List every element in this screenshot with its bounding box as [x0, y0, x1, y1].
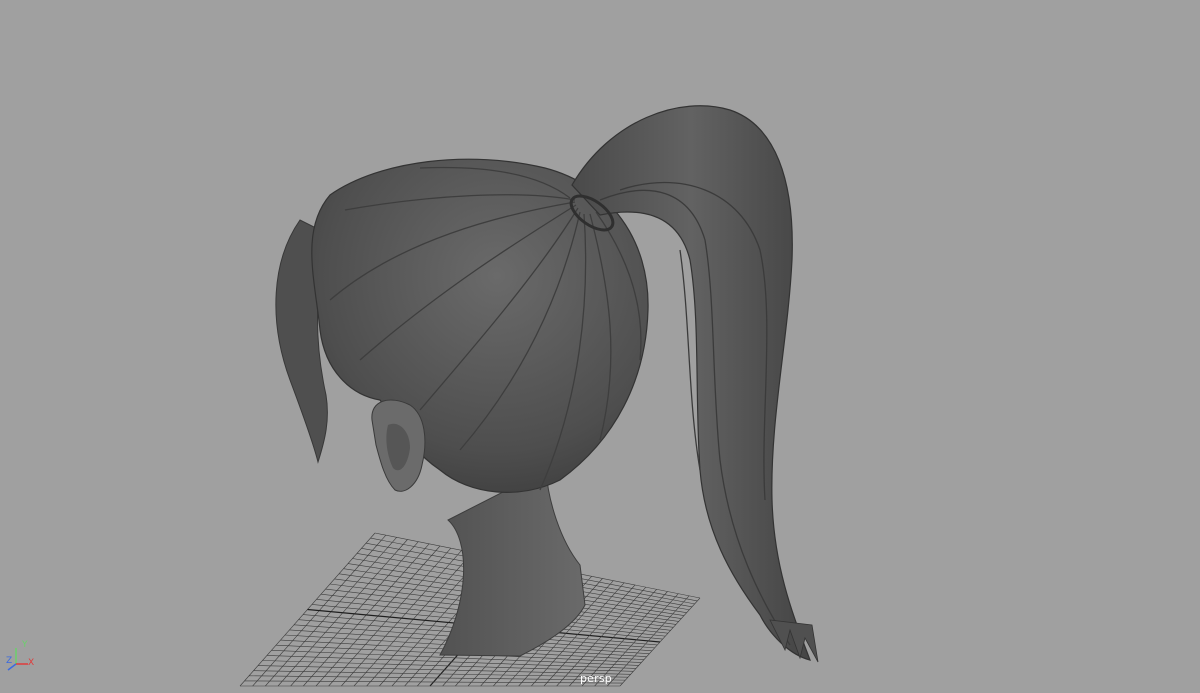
z-axis-label: Z	[6, 656, 13, 666]
grid-line	[266, 655, 637, 669]
camera-name-label: persp	[580, 672, 612, 685]
scene-canvas[interactable]	[0, 0, 1200, 693]
axis-gizmo: Y X Z	[2, 640, 36, 676]
maya-perspective-viewport[interactable]: Y X Z persp	[0, 0, 1200, 693]
y-axis-label: Y	[22, 640, 28, 650]
ponytail-tips	[769, 619, 819, 663]
neck-mesh	[439, 469, 586, 657]
grid-line	[257, 665, 631, 675]
x-axis-label: X	[28, 658, 35, 668]
